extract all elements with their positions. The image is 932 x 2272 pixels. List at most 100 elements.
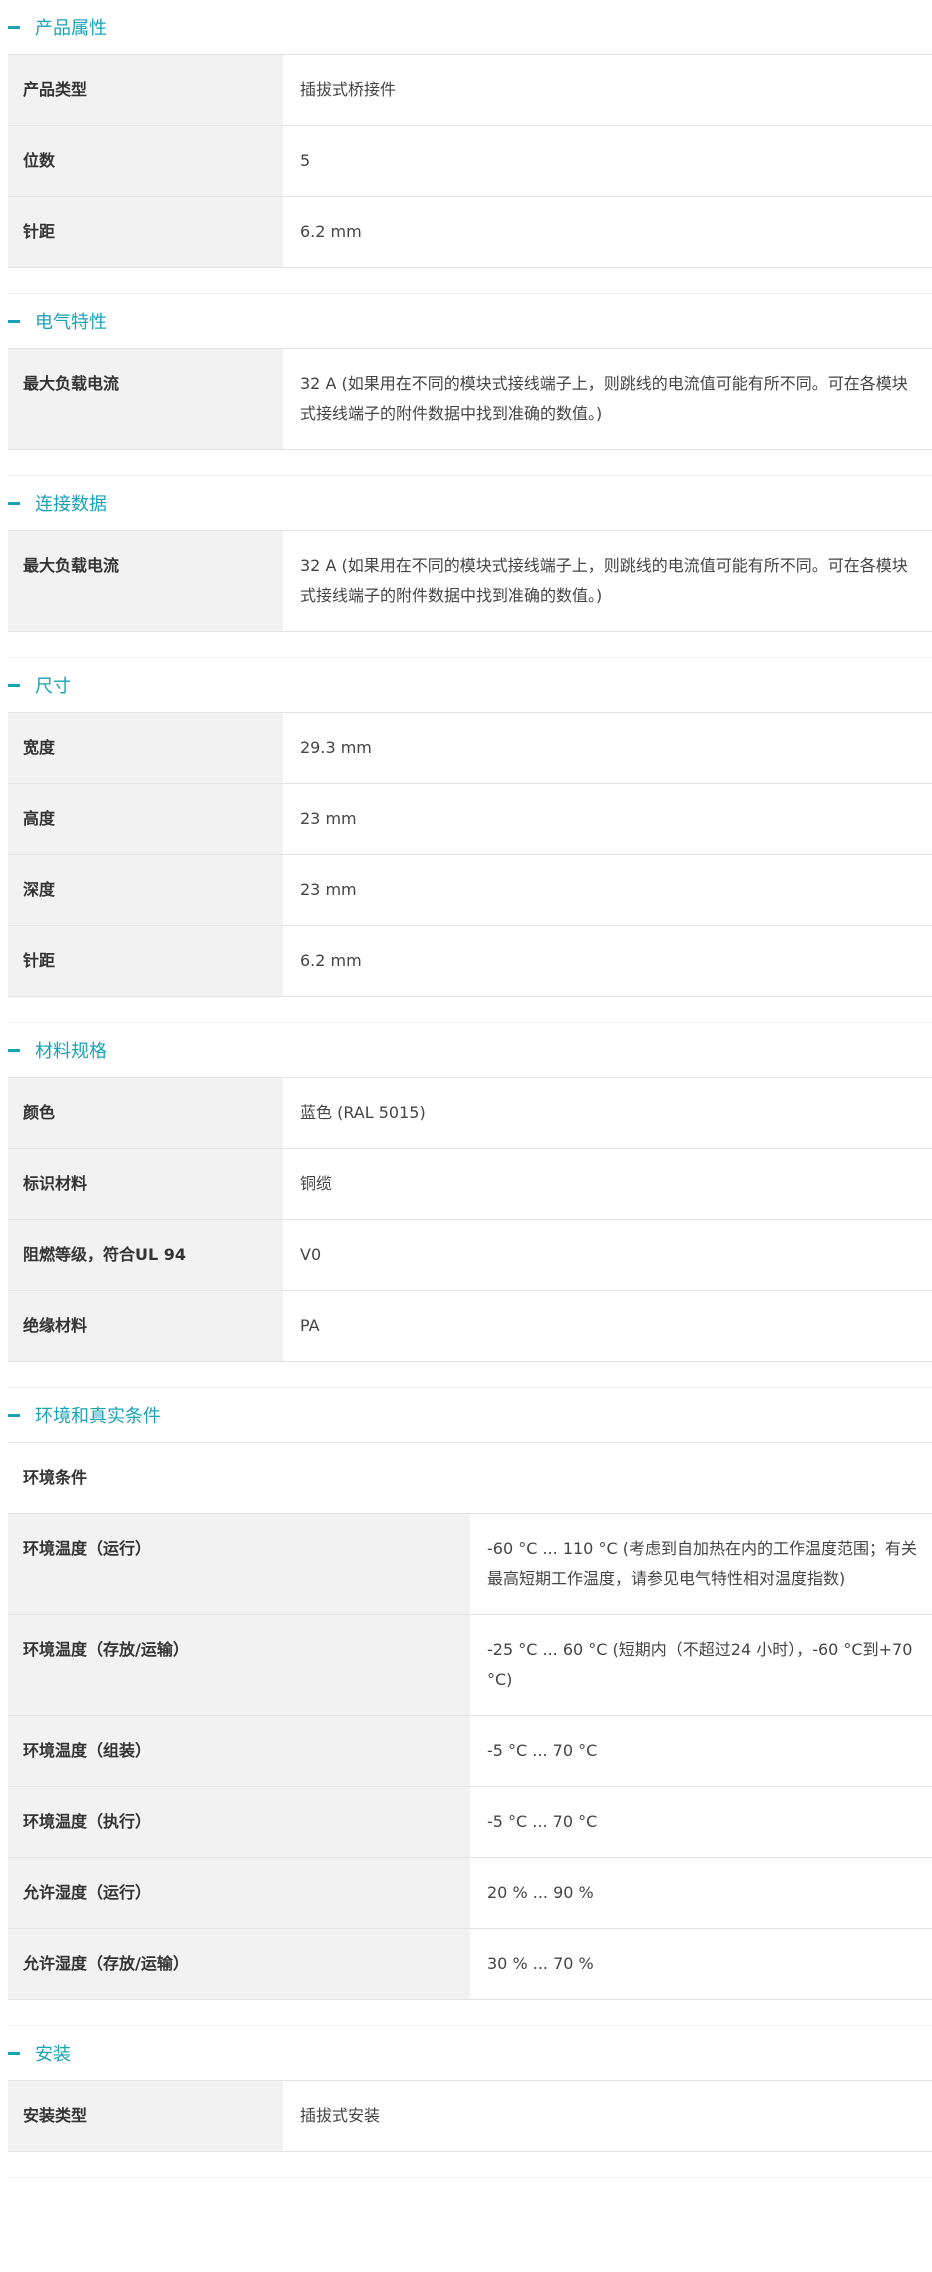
row-value: -60 °C ... 110 °C (考虑到自加热在内的工作温度范围；有关最高短…: [470, 1513, 932, 1615]
collapse-minus-icon[interactable]: [8, 1048, 20, 1052]
table-subheading-row: 环境条件: [8, 1442, 932, 1514]
row-label: 允许湿度（存放/运输）: [8, 1928, 470, 2000]
table-subheading: 环境条件: [8, 1442, 932, 1514]
row-label: 环境温度（运行）: [8, 1513, 470, 1615]
row-label: 颜色: [8, 1077, 283, 1149]
collapse-minus-icon[interactable]: [8, 2051, 20, 2055]
section-divider: [8, 2152, 932, 2178]
row-value: 插拔式桥接件: [283, 54, 932, 126]
spec-page: 产品属性 产品类型 插拔式桥接件 位数 5 针距 6.2 mm 电气特性 最大负载电流 32 A …: [0, 0, 932, 2178]
spec-section: 连接数据最大负载电流 32 A (如果用在不同的模块式接线端子上，则跳线的电流值可…: [0, 476, 932, 658]
section-title: 材料规格: [35, 1041, 107, 1062]
table-row: 安装类型 插拔式安装: [8, 2080, 932, 2152]
section-title: 环境和真实条件: [35, 1406, 161, 1427]
row-value: PA: [283, 1290, 932, 1362]
table-row: 环境温度（组装） -5 °C ... 70 °C: [8, 1715, 932, 1787]
row-label: 环境温度（组装）: [8, 1715, 470, 1787]
row-value: 29.3 mm: [283, 712, 932, 784]
section-header-toggle[interactable]: 产品属性: [0, 0, 932, 54]
row-label: 针距: [8, 196, 283, 268]
table-row: 最大负载电流 32 A (如果用在不同的模块式接线端子上，则跳线的电流值可能有所不…: [8, 530, 932, 632]
row-value: 20 % ... 90 %: [470, 1857, 932, 1929]
row-value: 6.2 mm: [283, 925, 932, 997]
table-row: 环境温度（存放/运输） -25 °C ... 60 °C (短期内（不超过24 小…: [8, 1614, 932, 1716]
table-row: 阻燃等级，符合UL 94 V0: [8, 1219, 932, 1291]
row-value: 插拔式安装: [283, 2080, 932, 2152]
section-header-toggle[interactable]: 材料规格: [0, 1023, 932, 1077]
row-value: V0: [283, 1219, 932, 1291]
section-divider: [8, 632, 932, 658]
collapse-minus-icon[interactable]: [8, 501, 20, 505]
section-title: 电气特性: [35, 312, 107, 333]
collapse-minus-icon[interactable]: [8, 1413, 20, 1417]
table-row: 绝缘材料 PA: [8, 1290, 932, 1362]
section-divider: [8, 268, 932, 294]
section-header-toggle[interactable]: 安装: [0, 2026, 932, 2080]
table-row: 颜色 蓝色 (RAL 5015): [8, 1077, 932, 1149]
section-header-toggle[interactable]: 电气特性: [0, 294, 932, 348]
table-row: 产品类型 插拔式桥接件: [8, 54, 932, 126]
row-value: -5 °C ... 70 °C: [470, 1715, 932, 1787]
row-label: 环境温度（存放/运输）: [8, 1614, 470, 1716]
collapse-minus-icon[interactable]: [8, 683, 20, 687]
row-value: 23 mm: [283, 783, 932, 855]
table-row: 环境温度（执行） -5 °C ... 70 °C: [8, 1786, 932, 1858]
spec-section: 环境和真实条件环境条件 环境温度（运行） -60 °C ... 110 °C (考虑…: [0, 1388, 932, 2026]
table-row: 允许湿度（运行） 20 % ... 90 %: [8, 1857, 932, 1929]
section-header-toggle[interactable]: 尺寸: [0, 658, 932, 712]
row-label: 宽度: [8, 712, 283, 784]
section-title: 连接数据: [35, 494, 107, 515]
row-value: 32 A (如果用在不同的模块式接线端子上，则跳线的电流值可能有所不同。可在各模…: [283, 348, 932, 450]
row-value: 6.2 mm: [283, 196, 932, 268]
section-divider: [8, 997, 932, 1023]
row-label: 深度: [8, 854, 283, 926]
row-label: 环境温度（执行）: [8, 1786, 470, 1858]
row-label: 针距: [8, 925, 283, 997]
table-row: 标识材料 铜缆: [8, 1148, 932, 1220]
spec-table: 宽度 29.3 mm 高度 23 mm 深度 23 mm 针距 6.2 mm: [8, 712, 932, 997]
row-label: 阻燃等级，符合UL 94: [8, 1219, 283, 1291]
spec-table: 最大负载电流 32 A (如果用在不同的模块式接线端子上，则跳线的电流值可能有所不…: [8, 530, 932, 632]
spec-table: 安装类型 插拔式安装: [8, 2080, 932, 2152]
collapse-minus-icon[interactable]: [8, 25, 20, 29]
section-title: 安装: [35, 2044, 71, 2065]
table-row: 允许湿度（存放/运输） 30 % ... 70 %: [8, 1928, 932, 2000]
row-label: 最大负载电流: [8, 530, 283, 632]
section-title: 尺寸: [35, 676, 71, 697]
spec-table: 环境条件 环境温度（运行） -60 °C ... 110 °C (考虑到自加热在内的…: [8, 1442, 932, 2000]
row-value: 30 % ... 70 %: [470, 1928, 932, 2000]
row-label: 最大负载电流: [8, 348, 283, 450]
row-label: 标识材料: [8, 1148, 283, 1220]
row-label: 安装类型: [8, 2080, 283, 2152]
row-value: 铜缆: [283, 1148, 932, 1220]
spec-section: 尺寸 宽度 29.3 mm 高度 23 mm 深度 23 mm 针距 6.2 mm: [0, 658, 932, 1023]
spec-table: 产品类型 插拔式桥接件 位数 5 针距 6.2 mm: [8, 54, 932, 268]
row-value: -5 °C ... 70 °C: [470, 1786, 932, 1858]
table-row: 针距 6.2 mm: [8, 196, 932, 268]
table-row: 最大负载电流 32 A (如果用在不同的模块式接线端子上，则跳线的电流值可能有所不…: [8, 348, 932, 450]
row-label: 位数: [8, 125, 283, 197]
row-label: 高度: [8, 783, 283, 855]
spec-table: 最大负载电流 32 A (如果用在不同的模块式接线端子上，则跳线的电流值可能有所不…: [8, 348, 932, 450]
row-value: 23 mm: [283, 854, 932, 926]
table-row: 宽度 29.3 mm: [8, 712, 932, 784]
spec-section: 安装安装类型 插拔式安装: [0, 2026, 932, 2178]
row-label: 产品类型: [8, 54, 283, 126]
table-row: 位数 5: [8, 125, 932, 197]
section-title: 产品属性: [35, 18, 107, 39]
row-value: 蓝色 (RAL 5015): [283, 1077, 932, 1149]
table-row: 针距 6.2 mm: [8, 925, 932, 997]
section-header-toggle[interactable]: 连接数据: [0, 476, 932, 530]
spec-section: 材料规格颜色 蓝色 (RAL 5015) 标识材料 铜缆 阻燃等级，符合UL 94 V0 绝…: [0, 1023, 932, 1388]
section-divider: [8, 2000, 932, 2026]
collapse-minus-icon[interactable]: [8, 319, 20, 323]
section-divider: [8, 450, 932, 476]
row-label: 绝缘材料: [8, 1290, 283, 1362]
row-value: 32 A (如果用在不同的模块式接线端子上，则跳线的电流值可能有所不同。可在各模…: [283, 530, 932, 632]
spec-section: 电气特性最大负载电流 32 A (如果用在不同的模块式接线端子上，则跳线的电流值可…: [0, 294, 932, 476]
table-row: 环境温度（运行） -60 °C ... 110 °C (考虑到自加热在内的工作温度…: [8, 1513, 932, 1615]
section-header-toggle[interactable]: 环境和真实条件: [0, 1388, 932, 1442]
row-value: -25 °C ... 60 °C (短期内（不超过24 小时），-60 °C到+…: [470, 1614, 932, 1716]
section-divider: [8, 1362, 932, 1388]
spec-section: 产品属性产品类型 插拔式桥接件 位数 5 针距 6.2 mm: [0, 0, 932, 294]
